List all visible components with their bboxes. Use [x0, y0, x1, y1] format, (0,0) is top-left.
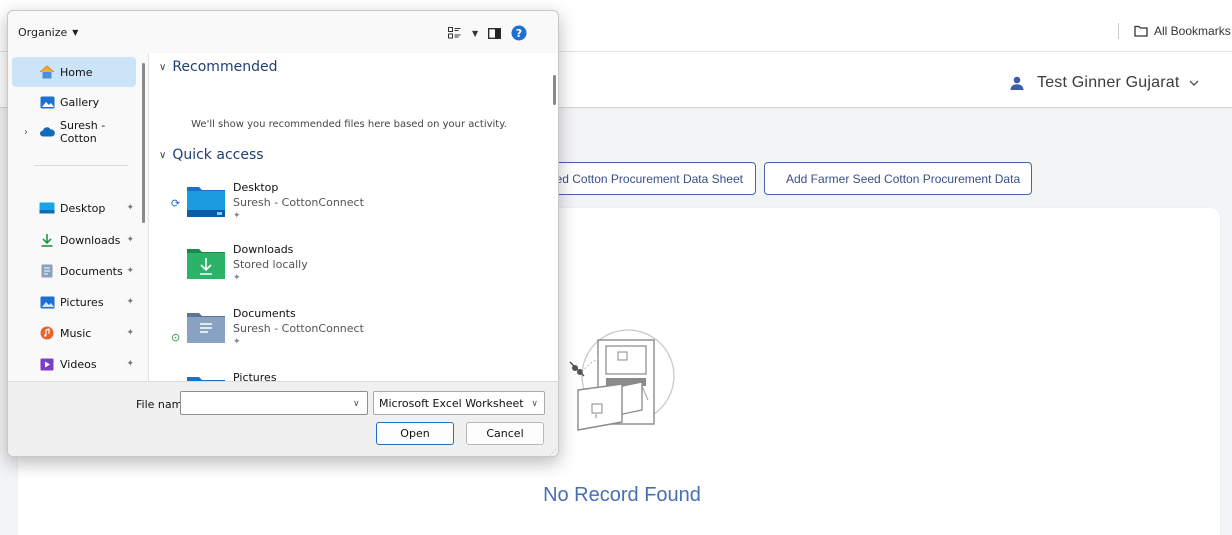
pin-icon[interactable]: ✦ — [126, 297, 134, 307]
chevron-right-icon[interactable]: › — [24, 127, 28, 138]
file-type-value: Microsoft Excel Worksheet — [379, 396, 524, 410]
nav-item-desktop[interactable]: Desktop ✦ — [12, 193, 136, 223]
help-icon[interactable]: ? — [511, 25, 527, 41]
nav-item-downloads[interactable]: Downloads ✦ — [12, 225, 136, 255]
organize-menu[interactable]: Organize ▼ — [18, 26, 78, 39]
pictures-icon — [39, 295, 55, 309]
nav-scrollbar[interactable] — [142, 63, 145, 223]
resize-grip-icon[interactable]: ⋰ — [549, 448, 557, 456]
quick-access-name: Downloads — [233, 243, 294, 256]
dialog-toolbar: Organize ▼ ▼ ? — [8, 11, 558, 53]
desktop-folder-icon — [187, 187, 225, 217]
quick-access-location: Suresh - CottonConnect — [233, 196, 364, 209]
content-scrollbar[interactable] — [553, 75, 556, 105]
user-name: Test Ginner Gujarat — [1037, 74, 1180, 91]
file-open-dialog: Organize ▼ ▼ ? Home Gallery › Suresh - C… — [7, 10, 559, 457]
desktop-icon — [39, 201, 55, 215]
recommended-note: We'll show you recommended files here ba… — [191, 119, 507, 130]
pin-icon[interactable]: ✦ — [126, 203, 134, 213]
nav-item-videos[interactable]: Videos ✦ — [12, 349, 136, 379]
chevron-down-icon: ∨ — [531, 399, 538, 409]
pin-icon: ✦ — [233, 273, 241, 283]
file-type-select[interactable]: Microsoft Excel Worksheet ∨ — [373, 391, 545, 415]
quick-access-title: Quick access — [172, 147, 264, 163]
view-options-icon[interactable] — [448, 27, 462, 39]
no-record-message: No Record Found — [543, 484, 701, 506]
caret-down-icon: ▼ — [72, 28, 79, 37]
gallery-icon — [39, 95, 55, 109]
cancel-button[interactable]: Cancel — [466, 422, 544, 445]
nav-item-label: Pictures — [60, 295, 104, 309]
documents-folder-icon — [187, 313, 225, 343]
content-pane: ∨ Recommended We'll show you recommended… — [149, 53, 558, 407]
file-name-input[interactable] — [180, 391, 368, 415]
nav-item-label: Documents — [60, 264, 123, 278]
organize-label: Organize — [18, 26, 68, 39]
chevron-down-icon: ∨ — [159, 61, 167, 73]
home-icon — [39, 65, 55, 79]
nav-item-label: Home — [60, 65, 93, 79]
nav-item-label: Videos — [60, 357, 97, 371]
nav-item-label: Desktop — [60, 201, 106, 215]
sync-icon: ⟳ — [171, 197, 181, 210]
all-bookmarks-label: All Bookmarks — [1154, 24, 1231, 38]
pin-icon[interactable]: ✦ — [126, 328, 134, 338]
view-dropdown-icon[interactable]: ▼ — [472, 29, 478, 38]
quick-access-item-downloads[interactable]: Downloads Stored locally ✦ — [187, 243, 517, 295]
quick-access-location: Suresh - CottonConnect — [233, 322, 364, 335]
bookmarks-separator — [1118, 23, 1119, 39]
quick-access-item-documents[interactable]: Documents Suresh - CottonConnect ✦ — [187, 307, 517, 359]
nav-item-gallery[interactable]: Gallery — [12, 87, 136, 117]
navigation-pane: Home Gallery › Suresh - Cotton Desktop ✦… — [8, 53, 154, 381]
chevron-down-icon: ∨ — [159, 149, 167, 161]
user-menu[interactable]: Test Ginner Gujarat — [1010, 74, 1199, 92]
quick-access-header[interactable]: ∨ Quick access — [159, 147, 264, 163]
add-procurement-data-button[interactable]: Add Farmer Seed Cotton Procurement Data — [764, 162, 1032, 195]
chevron-down-icon[interactable]: ∨ — [353, 399, 360, 409]
open-button[interactable]: Open — [376, 422, 454, 445]
nav-item-music[interactable]: Music ✦ — [12, 318, 136, 348]
svg-text:?: ? — [516, 27, 522, 40]
nav-item-label: Suresh - Cotton — [60, 119, 106, 145]
pin-icon: ✦ — [233, 337, 241, 347]
recommended-title: Recommended — [172, 59, 278, 75]
pin-icon: ✦ — [233, 211, 241, 221]
recommended-header[interactable]: ∨ Recommended — [159, 59, 277, 75]
nav-item-label: Music — [60, 326, 92, 340]
quick-access-location: Stored locally — [233, 258, 308, 271]
all-bookmarks-button[interactable]: All Bookmarks — [1134, 24, 1231, 38]
quick-access-item-desktop[interactable]: Desktop Suresh - CottonConnect ✦ — [187, 181, 517, 233]
videos-icon — [39, 357, 55, 371]
empty-drawer-icon — [569, 329, 675, 431]
dialog-footer: File name: ∨ Microsoft Excel Worksheet ∨… — [8, 381, 558, 456]
nav-item-label: Gallery — [60, 95, 100, 109]
nav-divider — [34, 165, 128, 166]
add-procurement-data-label: Add Farmer Seed Cotton Procurement Data — [786, 171, 1021, 186]
nav-item-pictures[interactable]: Pictures ✦ — [12, 287, 136, 317]
user-icon — [1010, 76, 1024, 90]
chevron-down-icon — [1189, 80, 1199, 86]
download-icon — [39, 233, 55, 247]
toolbar-icons: ▼ ? — [448, 25, 527, 41]
nav-item-documents[interactable]: Documents ✦ — [12, 256, 136, 286]
pin-icon[interactable]: ✦ — [126, 359, 134, 369]
downloads-folder-icon — [187, 249, 225, 279]
pin-icon[interactable]: ✦ — [126, 235, 134, 245]
music-icon — [39, 326, 55, 340]
nav-item-onedrive[interactable]: › Suresh - Cotton — [12, 117, 136, 147]
download-data-sheet-label: eed Cotton Procurement Data Sheet — [548, 171, 743, 186]
quick-access-name: Documents — [233, 307, 296, 320]
quick-access-name: Desktop — [233, 181, 279, 194]
pin-icon[interactable]: ✦ — [126, 266, 134, 276]
documents-icon — [39, 264, 55, 278]
nav-item-home[interactable]: Home — [12, 57, 136, 87]
onedrive-cloud-icon — [39, 125, 55, 139]
nav-item-label: Downloads — [60, 233, 121, 247]
synced-check-icon: ⊙ — [171, 331, 181, 344]
folder-icon — [1134, 25, 1148, 37]
preview-pane-icon[interactable] — [488, 27, 502, 39]
